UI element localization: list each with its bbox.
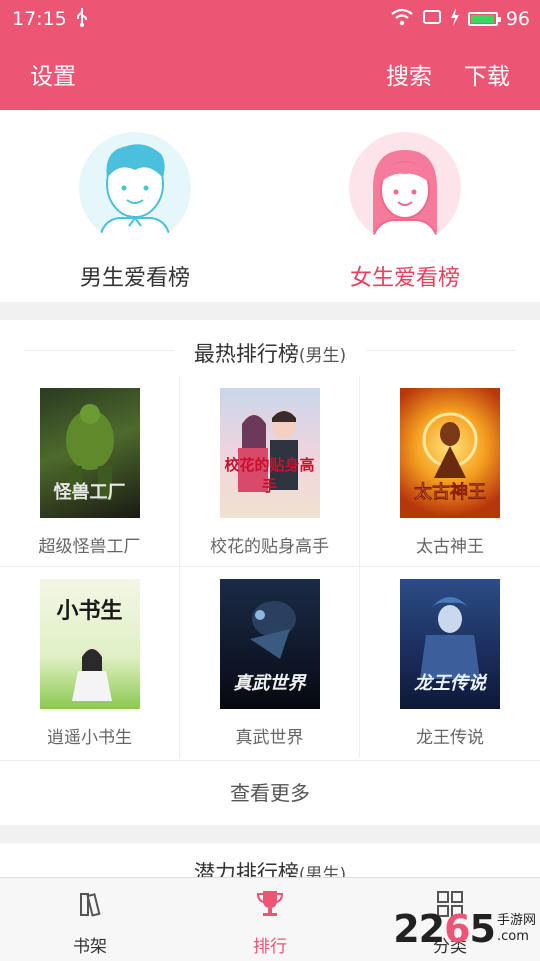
cover-title: 太古神王 bbox=[414, 482, 487, 504]
battery-icon bbox=[467, 12, 501, 26]
book-card[interactable]: 真武世界 真武世界 bbox=[180, 567, 360, 758]
download-button[interactable]: 下载 bbox=[464, 57, 510, 91]
book-grid: 怪兽工厂 超级怪兽工厂 校花的贴身高手 校花的贴身高手 太古神王 太古神王 小书… bbox=[0, 376, 540, 759]
status-bar: 17:15 96 bbox=[0, 0, 540, 38]
hot-ranking-title-text: 最热排行榜 bbox=[193, 342, 299, 366]
app-bar: 设置 搜索 下载 bbox=[0, 38, 540, 110]
bottom-tab-bar: 书架 排行 分类 2265 手游网 .com bbox=[0, 877, 540, 961]
cover-title: 真武世界 bbox=[233, 673, 306, 694]
book-cover: 真武世界 bbox=[219, 579, 320, 709]
book-card[interactable]: 龙王传说 龙王传说 bbox=[360, 567, 540, 758]
book-title: 超级怪兽工厂 bbox=[38, 537, 141, 557]
book-cover: 校花的贴身高手 bbox=[219, 388, 320, 518]
book-cover: 太古神王 bbox=[400, 388, 500, 518]
female-rank-entry[interactable]: 女生爱看榜 bbox=[305, 132, 505, 292]
watermark-logo: 2265 手游网 .com bbox=[393, 907, 536, 951]
usb-icon bbox=[75, 7, 89, 32]
tab-bookshelf[interactable]: 书架 bbox=[0, 886, 180, 957]
book-card[interactable]: 怪兽工厂 超级怪兽工厂 bbox=[0, 376, 180, 567]
watermark-number: 2265 bbox=[393, 907, 496, 951]
battery-percent: 96 bbox=[505, 8, 530, 30]
hot-ranking-subtitle: (男生) bbox=[298, 346, 347, 366]
hot-ranking-title: 最热排行榜(男生) bbox=[0, 338, 540, 368]
book-cover: 怪兽工厂 bbox=[39, 388, 140, 518]
book-title: 龙王传说 bbox=[416, 728, 484, 748]
wifi-icon bbox=[390, 8, 414, 31]
book-title: 太古神王 bbox=[416, 537, 484, 557]
tab-ranking[interactable]: 排行 bbox=[180, 886, 360, 957]
book-title: 校花的贴身高手 bbox=[210, 537, 329, 557]
rank-category-section: 男生爱看榜 女生爱看榜 bbox=[0, 110, 540, 302]
tab-bookshelf-label: 书架 bbox=[73, 937, 107, 957]
book-cover: 龙王传说 bbox=[400, 579, 500, 709]
book-card[interactable]: 小书生 逍遥小书生 bbox=[0, 567, 180, 758]
trophy-icon bbox=[180, 886, 360, 922]
book-title: 真武世界 bbox=[235, 728, 304, 748]
tab-ranking-label: 排行 bbox=[253, 937, 287, 957]
cover-title: 怪兽工厂 bbox=[53, 482, 126, 503]
book-card[interactable]: 太古神王 太古神王 bbox=[360, 376, 540, 567]
book-card[interactable]: 校花的贴身高手 校花的贴身高手 bbox=[180, 376, 360, 567]
hot-ranking-panel: 最热排行榜(男生) 怪兽工厂 超级怪兽工厂 校花的贴身高手 校花的贴身高手 太古… bbox=[0, 320, 540, 825]
book-cover: 小书生 bbox=[39, 579, 140, 709]
cover-title: 小书生 bbox=[56, 599, 123, 624]
status-time: 17:15 bbox=[12, 8, 67, 30]
settings-button[interactable]: 设置 bbox=[30, 57, 76, 91]
search-button[interactable]: 搜索 bbox=[386, 57, 432, 91]
charging-icon bbox=[450, 7, 460, 31]
sim-icon bbox=[422, 8, 442, 30]
male-avatar-icon bbox=[79, 132, 191, 244]
bookshelf-icon bbox=[0, 886, 180, 922]
cover-title: 校花的贴身高手 bbox=[224, 456, 315, 495]
cover-title: 龙王传说 bbox=[414, 673, 486, 694]
book-title: 逍遥小书生 bbox=[47, 728, 132, 748]
female-avatar-icon bbox=[349, 132, 461, 244]
view-more-button[interactable]: 查看更多 bbox=[0, 760, 540, 826]
female-rank-label: 女生爱看榜 bbox=[349, 266, 460, 291]
watermark-text: 手游网 .com bbox=[496, 913, 536, 944]
male-rank-label: 男生爱看榜 bbox=[79, 266, 190, 291]
male-rank-entry[interactable]: 男生爱看榜 bbox=[35, 132, 235, 292]
